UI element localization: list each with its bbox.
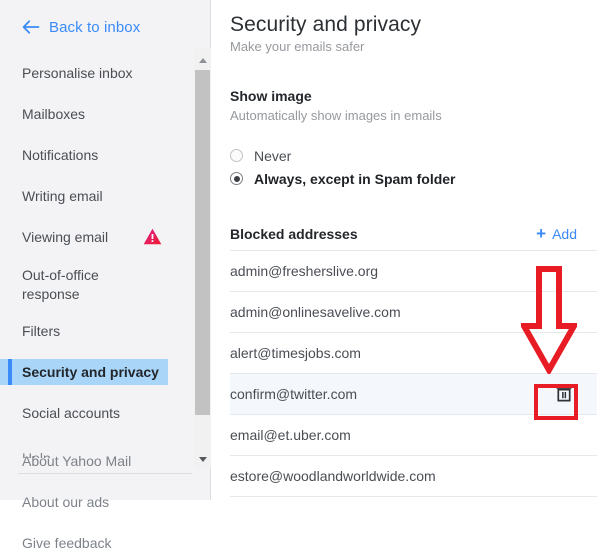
sidebar-item-label: Writing email [22, 188, 103, 204]
radio-option-label: Never [254, 147, 292, 164]
table-row-selected[interactable]: confirm@twitter.com [230, 374, 597, 415]
settings-main-panel: Security and privacy Make your emails sa… [211, 0, 597, 500]
sidebar-item-label: Mailboxes [22, 106, 86, 122]
sidebar-item-label: Out-of-office response [22, 267, 99, 302]
show-image-section-subtitle: Automatically show images in emails [230, 108, 442, 123]
add-button-label: Add [552, 226, 577, 242]
sidebar-item-label: Viewing email [22, 229, 109, 245]
table-row[interactable]: admin@onlinesavelive.com [230, 292, 597, 333]
sidebar-item-security-and-privacy[interactable]: Security and privacy [0, 359, 168, 385]
sidebar-item-viewing-email[interactable]: Viewing email [0, 224, 210, 250]
blocked-address-value: estore@woodlandworldwide.com [230, 468, 436, 484]
table-row[interactable]: alert@timesjobs.com [230, 333, 597, 374]
scrollbar-down-button[interactable] [194, 451, 211, 468]
sidebar-item-label: Filters [22, 323, 61, 339]
sidebar-divider [18, 473, 192, 474]
radio-option-always-except-spam[interactable]: Always, except in Spam folder [230, 167, 597, 190]
warning-icon [143, 228, 162, 245]
table-row[interactable]: admin@fresherslive.org [230, 251, 597, 292]
settings-page: Back to inbox Personalise inbox Mailboxe… [0, 0, 597, 551]
back-to-inbox-link[interactable]: Back to inbox [0, 0, 210, 40]
sidebar-item-label: Security and privacy [22, 364, 159, 380]
table-row[interactable]: estore@woodlandworldwide.com [230, 456, 597, 497]
plus-icon: + [536, 224, 547, 243]
table-row[interactable]: email@et.uber.com [230, 415, 597, 456]
blocked-addresses-title: Blocked addresses [230, 226, 358, 242]
sidebar-item-label: About our ads [22, 494, 110, 510]
radio-option-never[interactable]: Never [230, 144, 597, 167]
sidebar-item-label: Give feedback [22, 535, 112, 551]
delete-blocked-address-button[interactable] [553, 383, 575, 405]
sidebar-item-label: Notifications [22, 147, 99, 163]
radio-option-label: Always, except in Spam folder [254, 170, 456, 187]
sidebar-item-help[interactable]: Help [22, 450, 51, 458]
blocked-addresses-header: Blocked addresses + Add [230, 224, 597, 251]
triangle-up-icon [198, 58, 207, 63]
sidebar-item-label: Help [22, 450, 51, 458]
blocked-address-value: confirm@twitter.com [230, 386, 358, 402]
sidebar-item-label: Social accounts [22, 405, 121, 421]
page-subtitle: Make your emails safer [230, 39, 365, 54]
sidebar-item-personalise-inbox[interactable]: Personalise inbox [0, 60, 210, 86]
sidebar-item-about-our-ads[interactable]: About our ads [0, 489, 210, 515]
sidebar-item-out-of-office-response[interactable]: Out-of-office response [0, 265, 210, 305]
sidebar-item-writing-email[interactable]: Writing email [0, 183, 210, 209]
sidebar-item-social-accounts[interactable]: Social accounts [0, 400, 210, 426]
radio-circle-checked-icon [230, 172, 243, 185]
sidebar-item-filters[interactable]: Filters [0, 318, 210, 344]
add-blocked-address-button[interactable]: + Add [536, 224, 577, 243]
sidebar-secondary-nav: About Yahoo Mail About our ads Give feed… [0, 448, 210, 556]
triangle-down-icon [198, 457, 207, 462]
blocked-address-value: admin@fresherslive.org [230, 263, 379, 279]
scrollbar-up-button[interactable] [194, 52, 211, 69]
show-image-radio-group: Never Always, except in Spam folder [230, 144, 597, 190]
sidebar-item-give-feedback[interactable]: Give feedback [0, 530, 210, 556]
sidebar-item-label: Personalise inbox [22, 65, 133, 81]
blocked-addresses-section: Blocked addresses + Add admin@freshersli… [230, 224, 597, 497]
settings-sidebar: Back to inbox Personalise inbox Mailboxe… [0, 0, 211, 551]
sidebar-item-notifications[interactable]: Notifications [0, 142, 210, 168]
sidebar-nav: Personalise inbox Mailboxes Notification… [0, 60, 210, 426]
scrollbar-thumb[interactable] [195, 70, 210, 415]
back-to-inbox-label: Back to inbox [49, 18, 141, 36]
sidebar-scrollbar[interactable] [194, 48, 211, 468]
sidebar-item-mailboxes[interactable]: Mailboxes [0, 101, 210, 127]
show-image-section-title: Show image [230, 88, 312, 104]
page-title: Security and privacy [230, 13, 422, 36]
blocked-address-value: alert@timesjobs.com [230, 345, 361, 361]
radio-circle-icon [230, 149, 243, 162]
blocked-address-value: admin@onlinesavelive.com [230, 304, 401, 320]
trash-icon [554, 383, 574, 406]
arrow-left-icon [22, 20, 40, 34]
blocked-address-value: email@et.uber.com [230, 427, 351, 443]
